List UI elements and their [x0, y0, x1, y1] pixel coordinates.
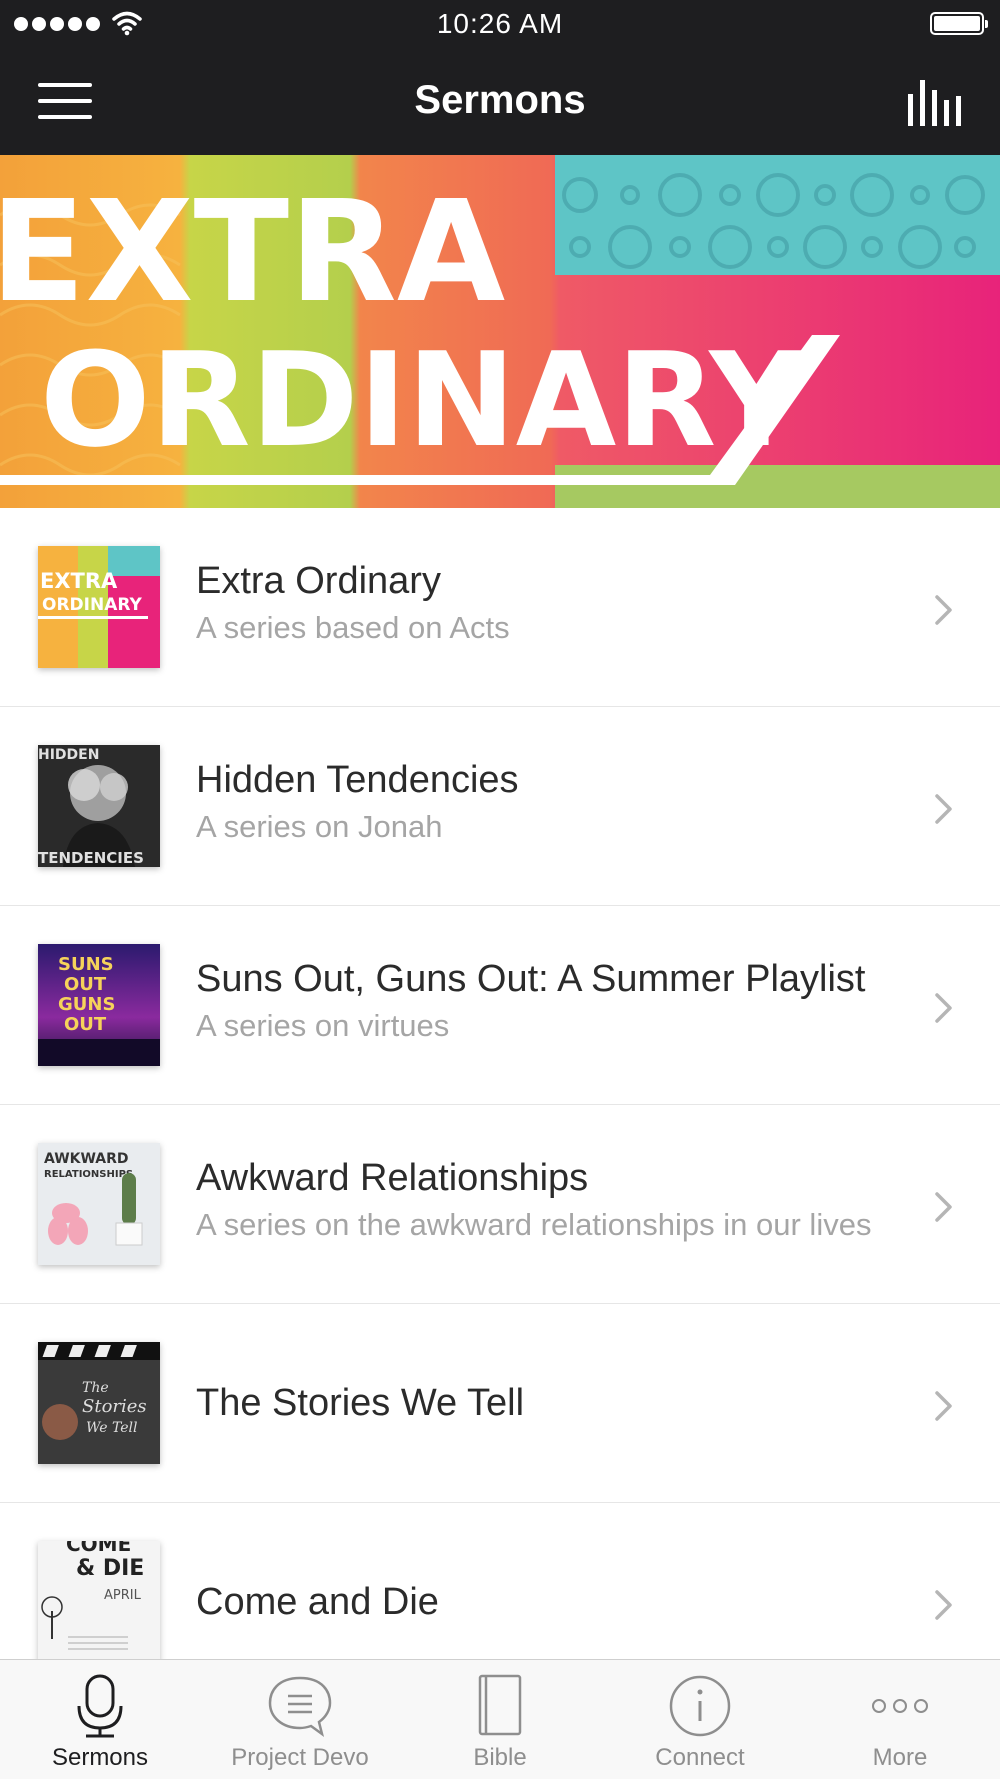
- chevron-right-icon: [935, 794, 952, 824]
- book-icon: [478, 1674, 522, 1736]
- audio-bars-icon[interactable]: [906, 80, 964, 126]
- more-dots-icon: [872, 1699, 928, 1713]
- tab-label: Bible: [473, 1744, 527, 1771]
- tab-sermons[interactable]: Sermons: [0, 1660, 200, 1779]
- list-item[interactable]: AWKWARD RELATIONSHIPS Awkward Relationsh…: [0, 1105, 1000, 1304]
- featured-series-banner[interactable]: EXTRA ORDINARY: [0, 155, 1000, 508]
- series-subtitle: A series on Jonah: [196, 809, 443, 844]
- svg-text:ORDINARY: ORDINARY: [42, 595, 143, 615]
- banner-title-line1: EXTRA: [0, 171, 505, 334]
- chevron-right-icon: [935, 595, 952, 625]
- svg-text:HIDDEN: HIDDEN: [38, 747, 99, 763]
- series-thumbnail: AWKWARD RELATIONSHIPS: [38, 1143, 160, 1265]
- chevron-right-icon: [935, 1192, 952, 1222]
- series-thumbnail: COME & DIE APRIL: [38, 1541, 160, 1663]
- tab-bar: Sermons Project Devo Bible Connect More: [0, 1659, 1000, 1779]
- svg-text:AWKWARD: AWKWARD: [44, 1151, 129, 1167]
- tab-label: Connect: [655, 1744, 745, 1771]
- svg-text:Stories: Stories: [82, 1396, 147, 1417]
- banner-title-line2: ORDINARY: [40, 324, 805, 476]
- battery-icon: [930, 12, 988, 35]
- svg-text:RELATIONSHIPS: RELATIONSHIPS: [44, 1169, 133, 1180]
- series-thumbnail: The Stories We Tell: [38, 1342, 160, 1464]
- svg-text:APRIL: APRIL: [104, 1588, 142, 1603]
- svg-text:OUT: OUT: [64, 1014, 107, 1035]
- svg-text:TENDENCIES: TENDENCIES: [38, 849, 144, 867]
- series-title: The Stories We Tell: [196, 1382, 525, 1424]
- svg-text:We Tell: We Tell: [86, 1420, 137, 1436]
- sermon-series-list: EXTRA ORDINARY Extra Ordinary A series b…: [0, 508, 1000, 1702]
- svg-text:COME: COME: [66, 1541, 131, 1556]
- series-subtitle: A series on the awkward relationships in…: [196, 1207, 872, 1242]
- tab-more[interactable]: More: [800, 1660, 1000, 1779]
- list-item[interactable]: HIDDEN TENDENCIES Hidden Tendencies A se…: [0, 707, 1000, 906]
- page-title: Sermons: [414, 78, 586, 122]
- chevron-right-icon: [935, 1590, 952, 1620]
- tab-bible[interactable]: Bible: [400, 1660, 600, 1779]
- series-title: Come and Die: [196, 1581, 439, 1623]
- series-subtitle: A series on virtues: [196, 1008, 450, 1043]
- tab-label: Sermons: [51, 1744, 149, 1771]
- series-thumbnail: EXTRA ORDINARY: [38, 546, 160, 668]
- svg-text:EXTRA: EXTRA: [40, 569, 118, 593]
- series-thumbnail: SUNS OUT GUNS OUT: [38, 944, 160, 1066]
- tab-label: More: [872, 1744, 928, 1771]
- banner-artwork: EXTRA ORDINARY: [0, 155, 1000, 508]
- svg-text:The: The: [82, 1380, 109, 1396]
- series-title: Hidden Tendencies: [196, 759, 519, 801]
- list-item[interactable]: SUNS OUT GUNS OUT Suns Out, Guns Out: A …: [0, 906, 1000, 1105]
- series-title: Awkward Relationships: [196, 1157, 589, 1199]
- series-subtitle: A series based on Acts: [196, 610, 510, 645]
- tab-project-devo[interactable]: Project Devo: [200, 1660, 400, 1779]
- info-icon: [669, 1675, 731, 1737]
- navigation-bar: Sermons: [0, 50, 1000, 155]
- tab-connect[interactable]: Connect: [600, 1660, 800, 1779]
- svg-text:OUT: OUT: [64, 974, 107, 995]
- series-thumbnail: HIDDEN TENDENCIES: [38, 745, 160, 867]
- status-bar: 10:26 AM: [0, 0, 1000, 50]
- series-title: Extra Ordinary: [196, 560, 441, 602]
- svg-text:& DIE: & DIE: [76, 1556, 144, 1581]
- series-title: Suns Out, Guns Out: A Summer Playlist: [196, 958, 866, 1000]
- svg-text:GUNS: GUNS: [58, 994, 115, 1015]
- tab-label: Project Devo: [231, 1744, 369, 1771]
- list-item[interactable]: The Stories We Tell The Stories We Tell: [0, 1304, 1000, 1503]
- status-time: 10:26 AM: [436, 8, 564, 39]
- chevron-right-icon: [935, 993, 952, 1023]
- svg-text:SUNS: SUNS: [58, 954, 114, 975]
- chevron-right-icon: [935, 1391, 952, 1421]
- microphone-icon: [77, 1674, 123, 1738]
- chat-bubble-icon: [268, 1676, 332, 1738]
- list-item[interactable]: EXTRA ORDINARY Extra Ordinary A series b…: [0, 508, 1000, 707]
